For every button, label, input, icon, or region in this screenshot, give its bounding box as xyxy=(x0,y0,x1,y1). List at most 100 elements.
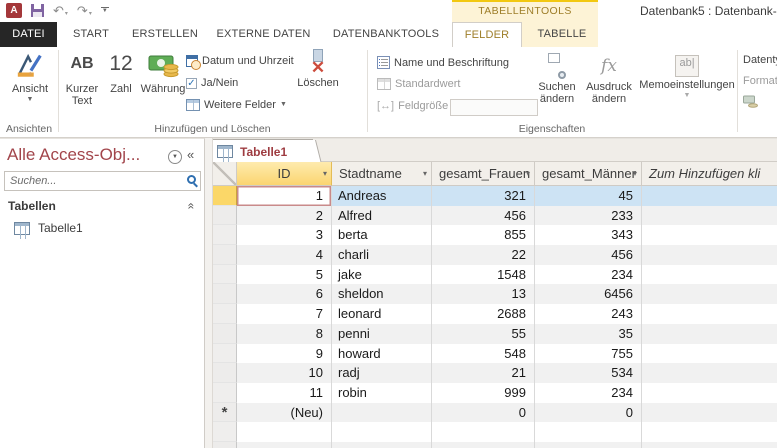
record-selector[interactable] xyxy=(213,205,237,226)
chevron-down-icon[interactable]: ▾ xyxy=(423,162,427,185)
record-selector[interactable] xyxy=(213,284,237,305)
datasheet-cell[interactable] xyxy=(432,441,535,448)
datasheet-cell[interactable]: robin xyxy=(332,382,432,403)
datasheet-cell[interactable]: 7 xyxy=(237,304,332,324)
datasheet-cell[interactable] xyxy=(332,441,432,448)
search-box[interactable]: Suchen... xyxy=(4,171,201,191)
customize-qat-button[interactable]: ▼ xyxy=(100,7,109,14)
datasheet-cell[interactable]: berta xyxy=(332,225,432,246)
datasheet-cell[interactable]: 548 xyxy=(432,343,535,364)
memo-settings-button[interactable]: ab| Memoeinstellungen ▼ xyxy=(639,53,735,99)
datasheet-cell[interactable]: 35 xyxy=(535,323,642,344)
datasheet-cell[interactable]: 233 xyxy=(535,205,642,226)
datasheet-cell[interactable]: 13 xyxy=(432,284,535,305)
datasheet-cell[interactable] xyxy=(642,186,777,206)
datasheet-cell[interactable]: 3 xyxy=(237,225,332,246)
datasheet-cell[interactable]: 9 xyxy=(237,343,332,364)
record-selector[interactable] xyxy=(213,186,237,206)
chevron-down-icon[interactable]: ▾ xyxy=(323,162,327,185)
record-selector[interactable] xyxy=(213,363,237,383)
modify-expression-button[interactable]: fx Ausdruck ändern xyxy=(581,53,637,105)
datasheet-cell[interactable]: 21 xyxy=(432,363,535,383)
datasheet-cell[interactable]: 534 xyxy=(535,363,642,383)
datasheet-cell[interactable]: 10 xyxy=(237,363,332,383)
tab-externe-daten[interactable]: EXTERNE DATEN xyxy=(207,22,320,47)
chevron-down-icon[interactable]: ▾ xyxy=(526,162,530,185)
datasheet-cell[interactable]: howard xyxy=(332,343,432,364)
datasheet-cell[interactable] xyxy=(237,422,332,442)
record-selector[interactable] xyxy=(213,382,237,403)
datasheet-cell[interactable]: 321 xyxy=(432,186,535,206)
redo-button[interactable]: ↷▾ xyxy=(77,4,92,18)
datasheet-cell[interactable] xyxy=(237,441,332,448)
datasheet-cell[interactable]: Andreas xyxy=(332,186,432,206)
datasheet-cell[interactable]: 6456 xyxy=(535,284,642,305)
datasheet-cell[interactable] xyxy=(642,363,777,383)
datasheet-cell[interactable]: Alfred xyxy=(332,205,432,226)
record-selector[interactable] xyxy=(213,245,237,265)
yesno-button[interactable]: ✓ Ja/Nein xyxy=(186,77,238,89)
datasheet-cell[interactable]: 1 xyxy=(237,186,332,206)
datasheet-cell[interactable] xyxy=(642,323,777,344)
column-header-stadtname[interactable]: Stadtname ▾ xyxy=(332,162,432,186)
datasheet-cell[interactable] xyxy=(642,225,777,245)
datasheet-cell[interactable]: 2688 xyxy=(432,304,535,324)
datasheet-cell[interactable]: 243 xyxy=(535,304,642,324)
datasheet-cell[interactable]: 234 xyxy=(535,382,642,403)
modify-lookups-button[interactable]: Suchen ändern xyxy=(533,53,581,105)
column-header-id[interactable]: ID ▾ xyxy=(237,162,332,186)
datasheet-cell[interactable] xyxy=(642,284,777,305)
nav-item-tabelle1[interactable]: Tabelle1 xyxy=(14,221,83,235)
datasheet-cell[interactable]: 0 xyxy=(432,402,535,423)
datasheet-cell[interactable]: leonard xyxy=(332,304,432,324)
datasheet-cell[interactable]: 6 xyxy=(237,284,332,305)
datasheet-cell[interactable]: 456 xyxy=(432,205,535,226)
save-icon[interactable] xyxy=(31,4,44,17)
delete-button[interactable]: ✕ Löschen xyxy=(294,49,342,89)
shutter-bar-collapse-button[interactable]: « xyxy=(187,147,194,162)
datasheet-cell[interactable]: charli xyxy=(332,245,432,265)
datasheet-cell[interactable]: radj xyxy=(332,363,432,383)
datasheet-cell[interactable] xyxy=(332,422,432,442)
field-size-input[interactable] xyxy=(450,99,538,116)
datasheet-cell[interactable]: 456 xyxy=(535,245,642,265)
tab-felder[interactable]: FELDER xyxy=(452,22,522,47)
datasheet-cell[interactable]: 45 xyxy=(535,186,642,206)
short-text-button[interactable]: AB Kurzer Text xyxy=(62,49,102,107)
datetime-button[interactable]: Datum und Uhrzeit xyxy=(186,55,294,70)
datasheet-cell[interactable]: 999 xyxy=(432,382,535,403)
collapse-group-icon[interactable]: « xyxy=(184,203,198,210)
chevron-down-icon[interactable]: ▾ xyxy=(633,162,637,185)
datasheet-cell[interactable] xyxy=(432,422,535,442)
column-header-gesamt-maenner[interactable]: gesamt_Männer ▾ xyxy=(535,162,642,186)
datasheet-cell[interactable]: 234 xyxy=(535,264,642,285)
view-button[interactable]: Ansicht ▼ xyxy=(8,49,52,103)
default-value-button[interactable]: Standardwert xyxy=(377,78,460,90)
datasheet-cell[interactable] xyxy=(535,441,642,448)
record-selector[interactable] xyxy=(213,323,237,344)
datasheet-cell[interactable]: 755 xyxy=(535,343,642,364)
datasheet-cell[interactable]: 4 xyxy=(237,245,332,265)
datasheet-cell[interactable]: penni xyxy=(332,323,432,344)
datasheet-cell[interactable]: 343 xyxy=(535,225,642,246)
currency-button[interactable]: Währung xyxy=(140,49,186,95)
column-header-gesamt-frauen[interactable]: gesamt_Frauen ▾ xyxy=(432,162,535,186)
datasheet-cell[interactable]: 0 xyxy=(535,402,642,423)
datasheet-cell[interactable]: (Neu) xyxy=(237,402,332,423)
undo-button[interactable]: ↶▾ xyxy=(53,4,68,18)
datasheet-cell[interactable]: 5 xyxy=(237,264,332,285)
datasheet-cell[interactable]: 855 xyxy=(432,225,535,246)
datasheet-cell[interactable] xyxy=(642,441,777,448)
record-selector[interactable] xyxy=(213,343,237,364)
datasheet-cell[interactable]: 1548 xyxy=(432,264,535,285)
tab-erstellen[interactable]: ERSTELLEN xyxy=(125,22,205,47)
datasheet-cell[interactable] xyxy=(642,205,777,226)
datasheet-cell[interactable] xyxy=(332,402,432,423)
datasheet-cell[interactable] xyxy=(642,304,777,324)
datasheet-cell[interactable] xyxy=(642,265,777,285)
nav-menu-button[interactable]: ▼ xyxy=(168,150,182,164)
record-selector[interactable] xyxy=(213,441,237,448)
name-caption-button[interactable]: Name und Beschriftung xyxy=(377,56,509,69)
record-selector[interactable] xyxy=(213,264,237,285)
pane-splitter[interactable] xyxy=(205,138,213,448)
